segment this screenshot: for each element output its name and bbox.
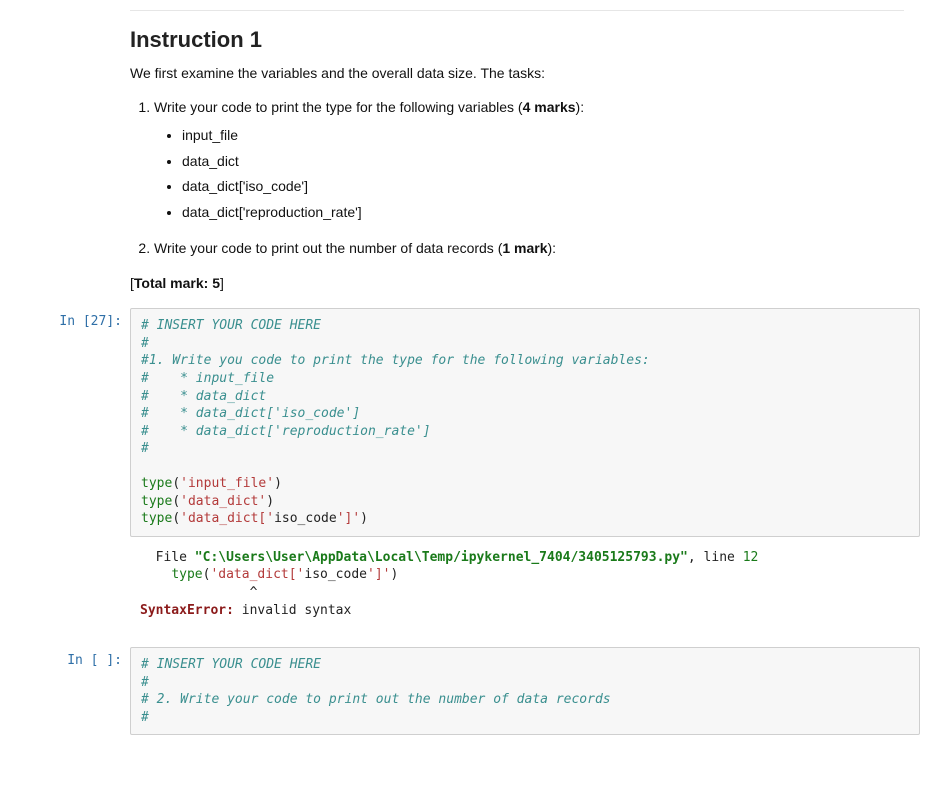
code-cell-1: In [27]: # INSERT YOUR CODE HERE # #1. W…: [22, 308, 920, 537]
traceback: File "C:\Users\User\AppData\Local\Temp/i…: [140, 549, 910, 619]
output-cell: File "C:\Users\User\AppData\Local\Temp/i…: [22, 545, 920, 623]
variable-item: input_file: [182, 124, 904, 146]
code-content[interactable]: # INSERT YOUR CODE HERE # # 2. Write you…: [141, 656, 909, 726]
code-input-area[interactable]: # INSERT YOUR CODE HERE # # 2. Write you…: [130, 647, 920, 735]
task-item-1: Write your code to print the type for th…: [154, 96, 904, 223]
divider: [130, 10, 904, 11]
variable-item: data_dict: [182, 150, 904, 172]
task1-prefix: Write your code to print the type for th…: [154, 99, 523, 115]
task1-marks: 4 marks: [523, 99, 576, 115]
output-area: File "C:\Users\User\AppData\Local\Temp/i…: [130, 545, 920, 623]
variable-list: input_file data_dict data_dict['iso_code…: [182, 124, 904, 223]
code-cell-2: In [ ]: # INSERT YOUR CODE HERE # # 2. W…: [22, 647, 920, 735]
variable-item: data_dict['reproduction_rate']: [182, 201, 904, 223]
input-prompt: In [27]:: [22, 308, 130, 537]
intro-text: We first examine the variables and the o…: [130, 63, 904, 84]
total-marks: [Total mark: 5]: [130, 273, 904, 294]
notebook: Instruction 1 We first examine the varia…: [0, 0, 942, 781]
input-prompt: In [ ]:: [22, 647, 130, 735]
task2-prefix: Write your code to print out the number …: [154, 240, 502, 256]
instruction-heading: Instruction 1: [130, 27, 904, 53]
variable-item: data_dict['iso_code']: [182, 175, 904, 197]
markdown-cell: Instruction 1 We first examine the varia…: [130, 10, 904, 294]
code-input-area[interactable]: # INSERT YOUR CODE HERE # #1. Write you …: [130, 308, 920, 537]
task1-suffix: ):: [576, 99, 585, 115]
output-pad: [22, 545, 130, 623]
task2-suffix: ):: [548, 240, 557, 256]
task2-marks: 1 mark: [502, 240, 547, 256]
task-item-2: Write your code to print out the number …: [154, 237, 904, 259]
code-content[interactable]: # INSERT YOUR CODE HERE # #1. Write you …: [141, 317, 909, 528]
task-list: Write your code to print the type for th…: [154, 96, 904, 259]
